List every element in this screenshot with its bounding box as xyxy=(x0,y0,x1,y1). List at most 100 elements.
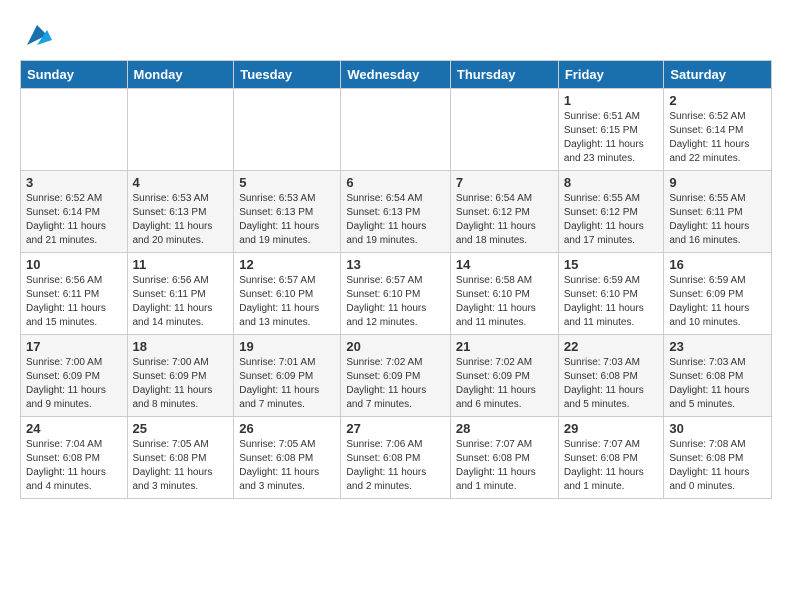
calendar-cell: 5 Sunrise: 6:53 AM Sunset: 6:13 PM Daylig… xyxy=(234,171,341,253)
day-number: 9 xyxy=(669,175,766,190)
calendar-cell: 13 Sunrise: 6:57 AM Sunset: 6:10 PM Dayli… xyxy=(341,253,451,335)
day-number: 5 xyxy=(239,175,335,190)
day-info: Sunrise: 6:58 AM Sunset: 6:10 PM Dayligh… xyxy=(456,274,553,330)
calendar-cell: 7Sunrise: 6:54 AM Sunset: 6:12 PM Daylig… xyxy=(450,171,558,253)
calendar-cell: 26 Sunrise: 7:05 AM Sunset: 6:08 PM Dayli… xyxy=(234,417,341,499)
day-number: 25 xyxy=(133,421,229,436)
day-number: 19 xyxy=(239,339,335,354)
calendar-cell xyxy=(450,89,558,171)
day-number: 29 xyxy=(564,421,659,436)
day-number: 16 xyxy=(669,257,766,272)
day-info: Sunrise: 7:05 AM Sunset: 6:08 PM Dayligh… xyxy=(239,438,335,494)
calendar-week-2: 3Sunrise: 6:52 AM Sunset: 6:14 PM Daylig… xyxy=(21,171,772,253)
calendar-cell: 6Sunrise: 6:54 AM Sunset: 6:13 PM Daylig… xyxy=(341,171,451,253)
day-number: 14 xyxy=(456,257,553,272)
day-info: Sunrise: 7:00 AM Sunset: 6:09 PM Dayligh… xyxy=(26,356,122,412)
day-number: 18 xyxy=(133,339,229,354)
day-number: 13 xyxy=(346,257,445,272)
day-info: Sunrise: 7:03 AM Sunset: 6:08 PM Dayligh… xyxy=(564,356,659,412)
day-info: Sunrise: 7:04 AM Sunset: 6:08 PM Dayligh… xyxy=(26,438,122,494)
calendar-header-friday: Friday xyxy=(558,61,664,89)
day-info: Sunrise: 6:59 AM Sunset: 6:09 PM Dayligh… xyxy=(669,274,766,330)
day-info: Sunrise: 6:56 AM Sunset: 6:11 PM Dayligh… xyxy=(26,274,122,330)
calendar-header-thursday: Thursday xyxy=(450,61,558,89)
day-number: 12 xyxy=(239,257,335,272)
calendar-cell: 23 Sunrise: 7:03 AM Sunset: 6:08 PM Dayli… xyxy=(664,335,772,417)
calendar-cell xyxy=(234,89,341,171)
calendar-cell: 16 Sunrise: 6:59 AM Sunset: 6:09 PM Dayli… xyxy=(664,253,772,335)
calendar-cell: 4Sunrise: 6:53 AM Sunset: 6:13 PM Daylig… xyxy=(127,171,234,253)
calendar-week-5: 24 Sunrise: 7:04 AM Sunset: 6:08 PM Dayli… xyxy=(21,417,772,499)
day-number: 7 xyxy=(456,175,553,190)
calendar-cell: 20 Sunrise: 7:02 AM Sunset: 6:09 PM Dayli… xyxy=(341,335,451,417)
day-info: Sunrise: 7:07 AM Sunset: 6:08 PM Dayligh… xyxy=(456,438,553,494)
day-info: Sunrise: 6:57 AM Sunset: 6:10 PM Dayligh… xyxy=(239,274,335,330)
calendar-cell: 11 Sunrise: 6:56 AM Sunset: 6:11 PM Dayli… xyxy=(127,253,234,335)
day-number: 30 xyxy=(669,421,766,436)
calendar-cell: 2 Sunrise: 6:52 AM Sunset: 6:14 PM Daylig… xyxy=(664,89,772,171)
calendar: SundayMondayTuesdayWednesdayThursdayFrid… xyxy=(20,60,772,499)
day-info: Sunrise: 6:59 AM Sunset: 6:10 PM Dayligh… xyxy=(564,274,659,330)
calendar-cell: 19 Sunrise: 7:01 AM Sunset: 6:09 PM Dayli… xyxy=(234,335,341,417)
day-number: 28 xyxy=(456,421,553,436)
day-info: Sunrise: 7:06 AM Sunset: 6:08 PM Dayligh… xyxy=(346,438,445,494)
day-info: Sunrise: 6:52 AM Sunset: 6:14 PM Dayligh… xyxy=(669,110,766,166)
logo xyxy=(20,20,52,50)
calendar-cell: 30 Sunrise: 7:08 AM Sunset: 6:08 PM Dayli… xyxy=(664,417,772,499)
day-info: Sunrise: 6:56 AM Sunset: 6:11 PM Dayligh… xyxy=(133,274,229,330)
calendar-header-tuesday: Tuesday xyxy=(234,61,341,89)
day-info: Sunrise: 6:57 AM Sunset: 6:10 PM Dayligh… xyxy=(346,274,445,330)
page-header xyxy=(20,20,772,50)
day-info: Sunrise: 6:55 AM Sunset: 6:11 PM Dayligh… xyxy=(669,192,766,248)
calendar-cell: 3Sunrise: 6:52 AM Sunset: 6:14 PM Daylig… xyxy=(21,171,128,253)
day-info: Sunrise: 6:51 AM Sunset: 6:15 PM Dayligh… xyxy=(564,110,659,166)
calendar-cell: 12 Sunrise: 6:57 AM Sunset: 6:10 PM Dayli… xyxy=(234,253,341,335)
calendar-cell: 27 Sunrise: 7:06 AM Sunset: 6:08 PM Dayli… xyxy=(341,417,451,499)
day-info: Sunrise: 7:02 AM Sunset: 6:09 PM Dayligh… xyxy=(456,356,553,412)
calendar-cell: 28 Sunrise: 7:07 AM Sunset: 6:08 PM Dayli… xyxy=(450,417,558,499)
day-info: Sunrise: 7:05 AM Sunset: 6:08 PM Dayligh… xyxy=(133,438,229,494)
day-number: 8 xyxy=(564,175,659,190)
day-number: 2 xyxy=(669,93,766,108)
day-number: 15 xyxy=(564,257,659,272)
calendar-header-sunday: Sunday xyxy=(21,61,128,89)
day-number: 21 xyxy=(456,339,553,354)
day-info: Sunrise: 6:55 AM Sunset: 6:12 PM Dayligh… xyxy=(564,192,659,248)
day-number: 24 xyxy=(26,421,122,436)
day-number: 26 xyxy=(239,421,335,436)
calendar-cell: 10Sunrise: 6:56 AM Sunset: 6:11 PM Dayli… xyxy=(21,253,128,335)
day-info: Sunrise: 7:02 AM Sunset: 6:09 PM Dayligh… xyxy=(346,356,445,412)
calendar-header-saturday: Saturday xyxy=(664,61,772,89)
day-number: 4 xyxy=(133,175,229,190)
calendar-cell: 24 Sunrise: 7:04 AM Sunset: 6:08 PM Dayli… xyxy=(21,417,128,499)
calendar-cell: 22 Sunrise: 7:03 AM Sunset: 6:08 PM Dayli… xyxy=(558,335,664,417)
day-info: Sunrise: 6:52 AM Sunset: 6:14 PM Dayligh… xyxy=(26,192,122,248)
day-info: Sunrise: 6:53 AM Sunset: 6:13 PM Dayligh… xyxy=(239,192,335,248)
calendar-cell: 14 Sunrise: 6:58 AM Sunset: 6:10 PM Dayli… xyxy=(450,253,558,335)
day-number: 20 xyxy=(346,339,445,354)
calendar-cell: 18 Sunrise: 7:00 AM Sunset: 6:09 PM Dayli… xyxy=(127,335,234,417)
logo-icon xyxy=(22,20,52,50)
day-number: 27 xyxy=(346,421,445,436)
day-number: 22 xyxy=(564,339,659,354)
calendar-header-row: SundayMondayTuesdayWednesdayThursdayFrid… xyxy=(21,61,772,89)
calendar-cell xyxy=(21,89,128,171)
calendar-week-1: 1 Sunrise: 6:51 AM Sunset: 6:15 PM Daylig… xyxy=(21,89,772,171)
calendar-cell: 17 Sunrise: 7:00 AM Sunset: 6:09 PM Dayli… xyxy=(21,335,128,417)
calendar-cell: 1 Sunrise: 6:51 AM Sunset: 6:15 PM Daylig… xyxy=(558,89,664,171)
day-info: Sunrise: 7:07 AM Sunset: 6:08 PM Dayligh… xyxy=(564,438,659,494)
calendar-cell: 25 Sunrise: 7:05 AM Sunset: 6:08 PM Dayli… xyxy=(127,417,234,499)
calendar-week-3: 10Sunrise: 6:56 AM Sunset: 6:11 PM Dayli… xyxy=(21,253,772,335)
day-number: 1 xyxy=(564,93,659,108)
day-number: 17 xyxy=(26,339,122,354)
day-info: Sunrise: 7:00 AM Sunset: 6:09 PM Dayligh… xyxy=(133,356,229,412)
calendar-week-4: 17 Sunrise: 7:00 AM Sunset: 6:09 PM Dayli… xyxy=(21,335,772,417)
day-number: 11 xyxy=(133,257,229,272)
day-info: Sunrise: 6:54 AM Sunset: 6:13 PM Dayligh… xyxy=(346,192,445,248)
day-info: Sunrise: 7:01 AM Sunset: 6:09 PM Dayligh… xyxy=(239,356,335,412)
calendar-cell: 8 Sunrise: 6:55 AM Sunset: 6:12 PM Daylig… xyxy=(558,171,664,253)
day-info: Sunrise: 7:08 AM Sunset: 6:08 PM Dayligh… xyxy=(669,438,766,494)
day-info: Sunrise: 7:03 AM Sunset: 6:08 PM Dayligh… xyxy=(669,356,766,412)
day-number: 23 xyxy=(669,339,766,354)
calendar-cell: 15 Sunrise: 6:59 AM Sunset: 6:10 PM Dayli… xyxy=(558,253,664,335)
